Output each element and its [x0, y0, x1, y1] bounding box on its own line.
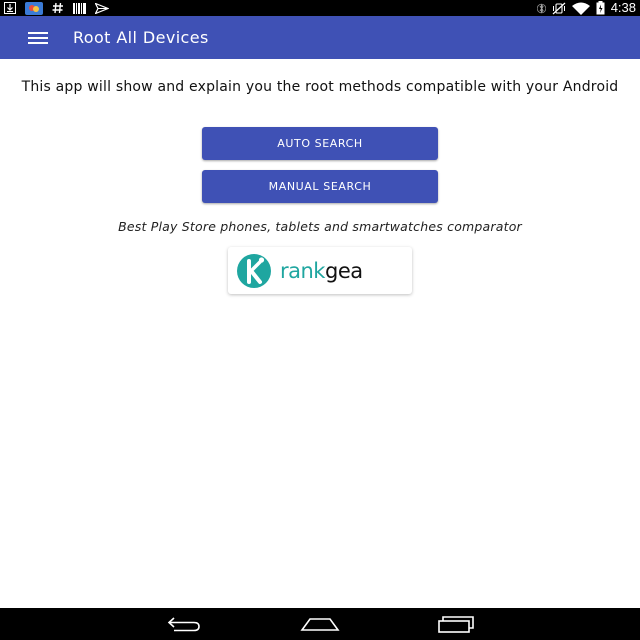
menu-button[interactable] — [22, 25, 54, 51]
manual-search-button[interactable]: MANUAL SEARCH — [202, 170, 438, 203]
status-right-icons: 4:38 — [536, 0, 636, 16]
system-nav-bar — [0, 608, 640, 640]
logo-text-rank: rank — [280, 259, 325, 283]
recent-apps-icon — [438, 616, 474, 633]
download-icon — [4, 1, 16, 15]
app-title: Root All Devices — [73, 28, 209, 47]
home-icon — [300, 618, 340, 631]
logo-text-gea: gea — [324, 259, 363, 283]
hamburger-menu-icon — [28, 32, 48, 44]
wifi-icon — [571, 1, 590, 15]
photos-app-icon — [25, 1, 43, 15]
barcode-icon — [73, 1, 86, 15]
status-time: 4:38 — [610, 0, 636, 15]
vibrate-icon — [552, 1, 566, 15]
rankgea-logo-icon — [237, 254, 271, 288]
battery-icon — [596, 1, 605, 15]
status-bar: 4:38 — [0, 0, 640, 16]
send-icon — [95, 1, 109, 15]
app-bar: Root All Devices — [0, 16, 640, 59]
tagline: Best Play Store phones, tablets and smar… — [118, 219, 522, 234]
intro-text: This app will show and explain you the r… — [21, 79, 619, 95]
rankgea-logo-button[interactable]: rankgea — [228, 247, 412, 294]
rankgea-logo-text: rankgea — [280, 254, 363, 288]
status-left-icons — [4, 0, 109, 16]
bluetooth-icon — [536, 1, 546, 15]
auto-search-button[interactable]: AUTO SEARCH — [202, 127, 438, 160]
hash-icon — [52, 1, 64, 15]
home-button[interactable] — [298, 612, 342, 636]
recent-apps-button[interactable] — [434, 612, 478, 636]
back-button[interactable] — [162, 612, 206, 636]
back-icon — [167, 617, 200, 632]
